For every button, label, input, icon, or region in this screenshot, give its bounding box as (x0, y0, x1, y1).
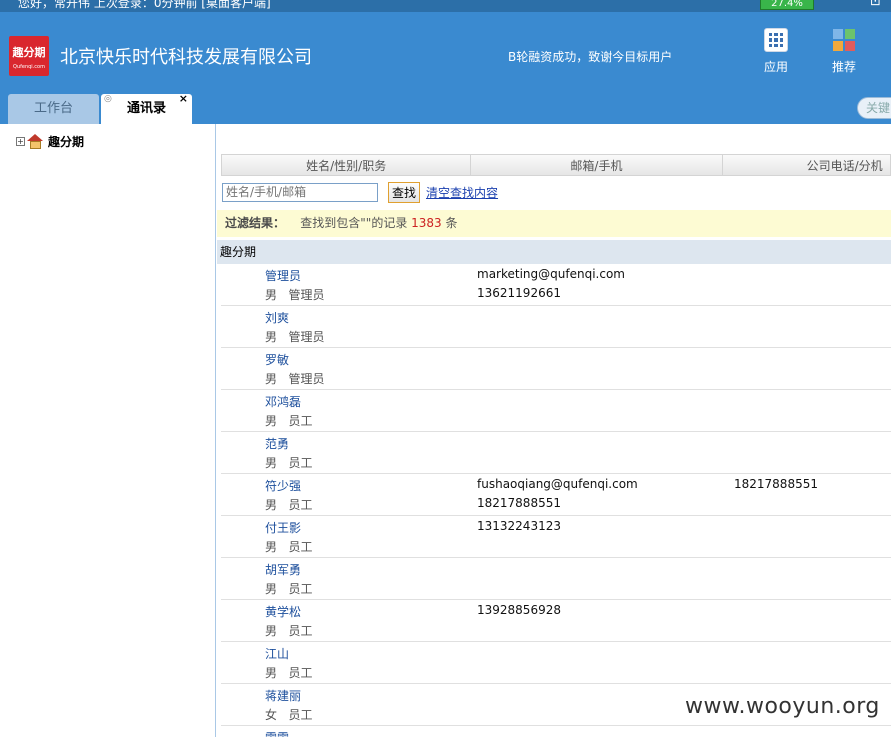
table-row[interactable]: 刘爽 男 管理员 (221, 306, 891, 348)
contact-meta: 男 员工 (265, 498, 313, 512)
table-row[interactable]: 黄学松 男 员工 13928856928 (221, 600, 891, 642)
contact-office-phone: 18217888551 (734, 477, 818, 491)
contact-name[interactable]: 符少强 (265, 477, 301, 494)
table-row[interactable]: 雷雷 (221, 726, 891, 737)
tree-root-label: 趣分期 (48, 135, 85, 149)
top-status-strip: 您好，常开伟 上次登录：0分钟前 [桌面客户端] 27.4% ⊡ (0, 0, 891, 12)
contact-meta: 男 管理员 (265, 372, 325, 386)
contact-meta: 男 员工 (265, 456, 313, 470)
table-row[interactable]: 邓鸿磊 男 员工 (221, 390, 891, 432)
clear-search-link[interactable]: 清空查找内容 (426, 184, 498, 201)
tab-contacts[interactable]: ◎ 通讯录 × (101, 92, 192, 124)
contact-name[interactable]: 罗敏 (265, 351, 289, 368)
column-headers: 姓名/性别/职务 邮箱/手机 公司电话/分机 (221, 154, 891, 176)
search-button[interactable]: 查找 (388, 181, 421, 203)
contact-name[interactable]: 江山 (265, 645, 289, 662)
tab-label: 工作台 (33, 101, 73, 116)
group-header: 趣分期 (217, 240, 891, 264)
contact-name[interactable]: 雷雷 (265, 729, 289, 737)
filter-result-bar: 过滤结果： 查找到包含""的记录 1383 条 (217, 210, 891, 237)
contact-email: fushaoqiang@qufenqi.com (477, 477, 638, 491)
contact-name[interactable]: 黄学松 (265, 603, 301, 620)
home-icon (27, 134, 44, 149)
result-count: 1383 (411, 216, 442, 230)
contact-name[interactable]: 邓鸿磊 (265, 393, 301, 410)
company-name: 北京快乐时代科技发展有限公司 (60, 47, 312, 68)
filter-text: 查找到包含""的记录 (300, 216, 408, 230)
contact-name[interactable]: 付王影 (265, 519, 301, 536)
contact-email: 13132243123 (477, 519, 561, 533)
contact-email: marketing@qufenqi.com (477, 267, 625, 281)
tab-label: 通讯录 (126, 101, 166, 116)
keyword-search-input[interactable]: 关键 (857, 97, 891, 119)
logo-subtext: Qufenqi.com (13, 64, 45, 70)
table-row[interactable]: 付王影 男 员工 13132243123 (221, 516, 891, 558)
table-row[interactable]: 符少强 男 员工 fushaoqiang@qufenqi.com 1821788… (221, 474, 891, 516)
contact-email: 13928856928 (477, 603, 561, 617)
contact-name[interactable]: 管理员 (265, 267, 301, 284)
contact-meta: 男 员工 (265, 624, 313, 638)
contact-meta: 男 管理员 (265, 330, 325, 344)
search-input[interactable] (222, 182, 378, 202)
column-header-phone[interactable]: 公司电话/分机 (722, 154, 891, 176)
filter-unit: 条 (445, 216, 458, 230)
login-notice: 您好，常开伟 上次登录：0分钟前 [桌面客户端] (18, 0, 271, 10)
table-row[interactable]: 范勇 男 员工 (221, 432, 891, 474)
contact-meta: 男 管理员 (265, 288, 325, 302)
org-tree-panel: + 趣分期 (0, 124, 216, 737)
table-row[interactable]: 罗敏 男 管理员 (221, 348, 891, 390)
search-row: 查找 清空查找内容 (222, 180, 498, 204)
contact-meta: 女 员工 (265, 708, 313, 722)
expand-icon[interactable]: + (16, 137, 25, 146)
apps-button[interactable]: 应用 (754, 28, 798, 75)
company-logo: 趣分期 Qufenqi.com (9, 36, 49, 76)
window-icon[interactable]: ⊡ (870, 0, 881, 9)
contact-meta: 男 员工 (265, 666, 313, 680)
contact-name[interactable]: 刘爽 (265, 309, 289, 326)
tab-workbench[interactable]: 工作台 (8, 94, 99, 124)
app-header: 趣分期 Qufenqi.com 北京快乐时代科技发展有限公司 B轮融资成功，致谢… (0, 12, 891, 94)
contact-name[interactable]: 蒋建丽 (265, 687, 301, 704)
close-icon[interactable]: × (179, 84, 188, 114)
column-header-email[interactable]: 邮箱/手机 (471, 154, 723, 176)
contact-meta: 男 员工 (265, 414, 313, 428)
contacts-main: 姓名/性别/职务 邮箱/手机 公司电话/分机 查找 清空查找内容 过滤结果： 查… (217, 124, 891, 737)
battery-indicator: 27.4% (760, 0, 814, 10)
tree-root-node[interactable]: + 趣分期 (16, 133, 84, 150)
filter-label: 过滤结果： (225, 216, 286, 230)
tab-bar: 工作台 ◎ 通讯录 × 关键 (0, 92, 891, 124)
contact-name[interactable]: 胡军勇 (265, 561, 301, 578)
column-header-name[interactable]: 姓名/性别/职务 (221, 154, 472, 176)
contact-mobile: 18217888551 (477, 496, 561, 510)
table-row[interactable]: 胡军勇 男 员工 (221, 558, 891, 600)
apps-label: 应用 (763, 60, 788, 74)
contact-meta: 男 员工 (265, 540, 313, 554)
header-announcement[interactable]: B轮融资成功，致谢今目标用户 (508, 48, 672, 65)
logo-text: 趣分期 (12, 46, 46, 59)
contact-list: 管理员 男 管理员 marketing@qufenqi.com 13621192… (221, 264, 891, 737)
watermark-text: www.wooyun.org (685, 694, 880, 719)
pin-icon[interactable]: ◎ (104, 84, 112, 114)
grid-icon (764, 28, 788, 52)
table-row[interactable]: 管理员 男 管理员 marketing@qufenqi.com 13621192… (221, 264, 891, 306)
contact-name[interactable]: 范勇 (265, 435, 289, 452)
recommend-label: 推荐 (831, 60, 856, 74)
table-row[interactable]: 江山 男 员工 (221, 642, 891, 684)
contact-mobile: 13621192661 (477, 286, 561, 300)
contact-meta: 男 员工 (265, 582, 313, 596)
recommend-button[interactable]: 推荐 (822, 28, 866, 75)
recommend-icon (832, 28, 856, 52)
